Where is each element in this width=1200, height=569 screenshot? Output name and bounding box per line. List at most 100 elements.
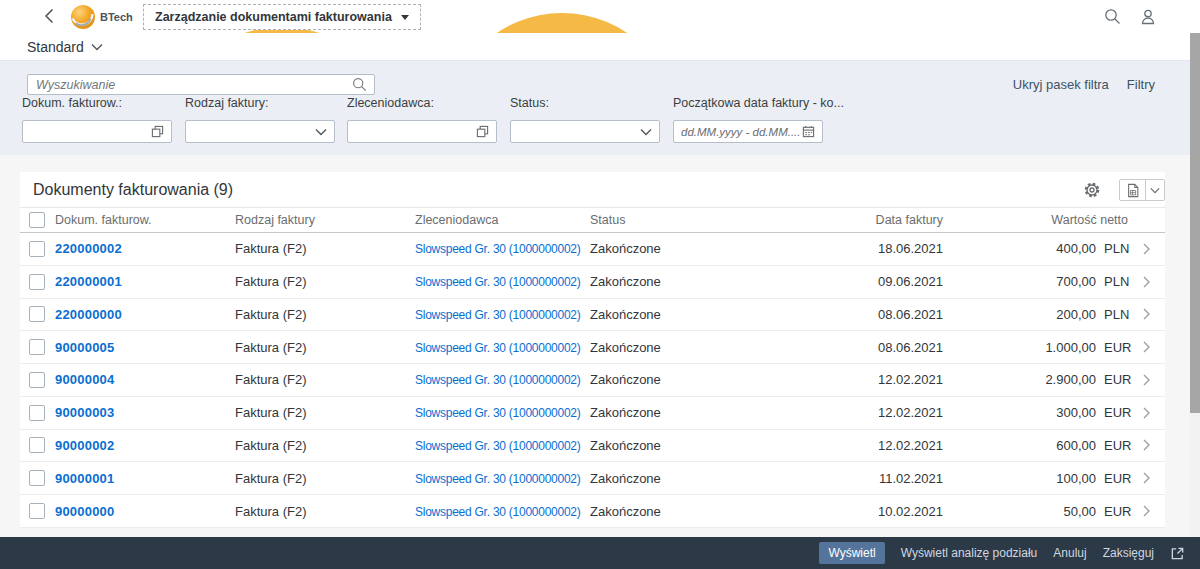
chevron-right-icon[interactable] [1143,308,1150,320]
company-logo[interactable]: BTech [70,3,133,30]
row-checkbox[interactable] [29,503,45,519]
app-title-menu[interactable]: Zarządzanie dokumentami fakturowania [143,4,421,30]
display-split-analysis-button[interactable]: Wyświetl analizę podziału [901,546,1038,560]
invoice-document-link[interactable]: 90000004 [55,372,114,387]
filters-link[interactable]: Filtry [1127,77,1155,92]
table-title: Dokumenty fakturowania (9) [33,181,233,199]
vertical-scrollbar[interactable] [1190,33,1200,537]
payer-link[interactable]: Slowspeed Gr. 30 (1000000002) [415,308,581,322]
column-header-rodzaj[interactable]: Rodzaj faktury [235,213,415,227]
table-row[interactable]: 90000001Faktura (F2)Slowspeed Gr. 30 (10… [20,462,1165,495]
chevron-left-icon [44,8,54,24]
payer-link[interactable]: Slowspeed Gr. 30 (1000000002) [415,242,581,256]
payer-link[interactable]: Slowspeed Gr. 30 (1000000002) [415,439,581,453]
invoice-document-link[interactable]: 90000002 [55,438,114,453]
status-cell: Zakończone [590,438,770,453]
select-all-checkbox[interactable] [29,212,45,228]
chevron-right-icon[interactable] [1143,374,1150,386]
column-header-data[interactable]: Data faktury [770,213,943,227]
row-checkbox[interactable] [29,306,45,322]
column-header-dokum[interactable]: Dokum. fakturow. [46,213,235,227]
invoice-table-card: Dokumenty fakturowania (9) Dokum. faktur… [20,172,1165,528]
invoice-date-cell: 18.06.2021 [770,241,943,256]
chevron-down-icon [640,128,652,136]
table-row[interactable]: 220000002Faktura (F2)Slowspeed Gr. 30 (1… [20,233,1165,266]
cancel-button[interactable]: Anuluj [1053,546,1086,560]
invoice-document-link[interactable]: 220000001 [55,274,122,289]
table-row[interactable]: 220000000Faktura (F2)Slowspeed Gr. 30 (1… [20,299,1165,332]
filter-field: Początkowa data faktury - ko...dd.MM.yyy… [673,96,823,143]
invoice-document-link[interactable]: 220000002 [55,241,122,256]
chevron-down-icon [91,43,103,51]
row-checkbox[interactable] [29,372,45,388]
search-button[interactable] [1104,8,1122,26]
gear-icon [1083,181,1101,199]
payer-link[interactable]: Slowspeed Gr. 30 (1000000002) [415,406,581,420]
user-profile-button[interactable] [1139,8,1157,26]
calendar-icon [802,125,815,138]
column-header-status[interactable]: Status [590,213,770,227]
filter-field-input[interactable] [510,120,660,143]
invoice-date-cell: 08.06.2021 [770,340,943,355]
invoice-document-link[interactable]: 90000001 [55,471,114,486]
invoice-document-link[interactable]: 220000000 [55,307,122,322]
payer-link[interactable]: Slowspeed Gr. 30 (1000000002) [415,472,581,486]
scrollbar-thumb[interactable] [1190,33,1200,413]
invoice-date-cell: 08.06.2021 [770,307,943,322]
invoice-document-link[interactable]: 90000003 [55,405,114,420]
column-header-wartosc[interactable]: Wartość netto [943,213,1128,227]
payer-link[interactable]: Slowspeed Gr. 30 (1000000002) [415,505,581,519]
chevron-right-icon[interactable] [1143,407,1150,419]
search-input[interactable]: Wyszukiwanie [27,74,375,95]
chevron-down-icon [401,15,409,20]
display-button[interactable]: Wyświetl [819,542,884,564]
chevron-right-icon[interactable] [1143,472,1150,484]
row-checkbox[interactable] [29,241,45,257]
status-cell: Zakończone [590,340,770,355]
row-checkbox[interactable] [29,437,45,453]
btech-logo-icon [70,4,96,30]
table-row[interactable]: 90000005 Faktura (F2)Slowspeed Gr. 30 (10… [20,331,1165,364]
column-header-zleceniodawca[interactable]: Zleceniodawca [415,213,590,227]
invoice-document-link[interactable]: 90000005 [55,340,114,355]
payer-link[interactable]: Slowspeed Gr. 30 (1000000002) [415,275,581,289]
row-checkbox[interactable] [29,405,45,421]
table-row[interactable]: 90000002Faktura (F2)Slowspeed Gr. 30 (10… [20,430,1165,463]
chevron-right-icon[interactable] [1143,276,1150,288]
filter-field: Dokum. fakturow.: [22,96,172,143]
chevron-right-icon[interactable] [1143,243,1150,255]
table-row[interactable]: 90000000Faktura (F2)Slowspeed Gr. 30 (10… [20,495,1165,528]
table-row[interactable]: 90000003Faktura (F2)Slowspeed Gr. 30 (10… [20,397,1165,430]
row-checkbox[interactable] [29,274,45,290]
settings-button[interactable] [1081,179,1103,201]
invoice-document-link[interactable]: 90000000 [55,504,114,519]
open-in-new-window-icon[interactable] [1170,546,1185,561]
filter-field-label: Dokum. fakturow.: [22,96,172,110]
export-button[interactable] [1120,180,1146,200]
net-value-cell: 1.000,00EUR [943,340,1128,355]
net-value-cell: 600,00EUR [943,438,1128,453]
invoice-type-cell: Faktura (F2) [235,340,415,355]
row-checkbox[interactable] [29,339,45,355]
row-checkbox[interactable] [29,470,45,486]
filter-field-input[interactable] [185,120,335,143]
post-button[interactable]: Zaksięguj [1103,546,1154,560]
export-menu-button[interactable] [1146,180,1164,200]
status-cell: Zakończone [590,372,770,387]
filter-field-input[interactable] [347,120,497,143]
table-row[interactable]: 220000001Faktura (F2)Slowspeed Gr. 30 (1… [20,266,1165,299]
filter-field-input[interactable] [22,120,172,143]
chevron-right-icon[interactable] [1143,341,1150,353]
back-button[interactable] [40,7,58,25]
chevron-right-icon[interactable] [1143,439,1150,451]
export-split-button[interactable] [1119,179,1165,201]
filter-field-input[interactable]: dd.MM.yyyy - dd.MM.... [673,120,823,143]
hide-filterbar-link[interactable]: Ukryj pasek filtra [1013,77,1109,92]
payer-link[interactable]: Slowspeed Gr. 30 (1000000002) [415,341,581,355]
variant-selector[interactable]: Standard [27,39,103,55]
decor-yellow-circle-large [446,13,678,33]
chevron-right-icon[interactable] [1143,505,1150,517]
payer-link[interactable]: Slowspeed Gr. 30 (1000000002) [415,373,581,387]
table-row[interactable]: 90000004Faktura (F2)Slowspeed Gr. 30 (10… [20,364,1165,397]
filter-field: Rodzaj faktury: [185,96,335,143]
